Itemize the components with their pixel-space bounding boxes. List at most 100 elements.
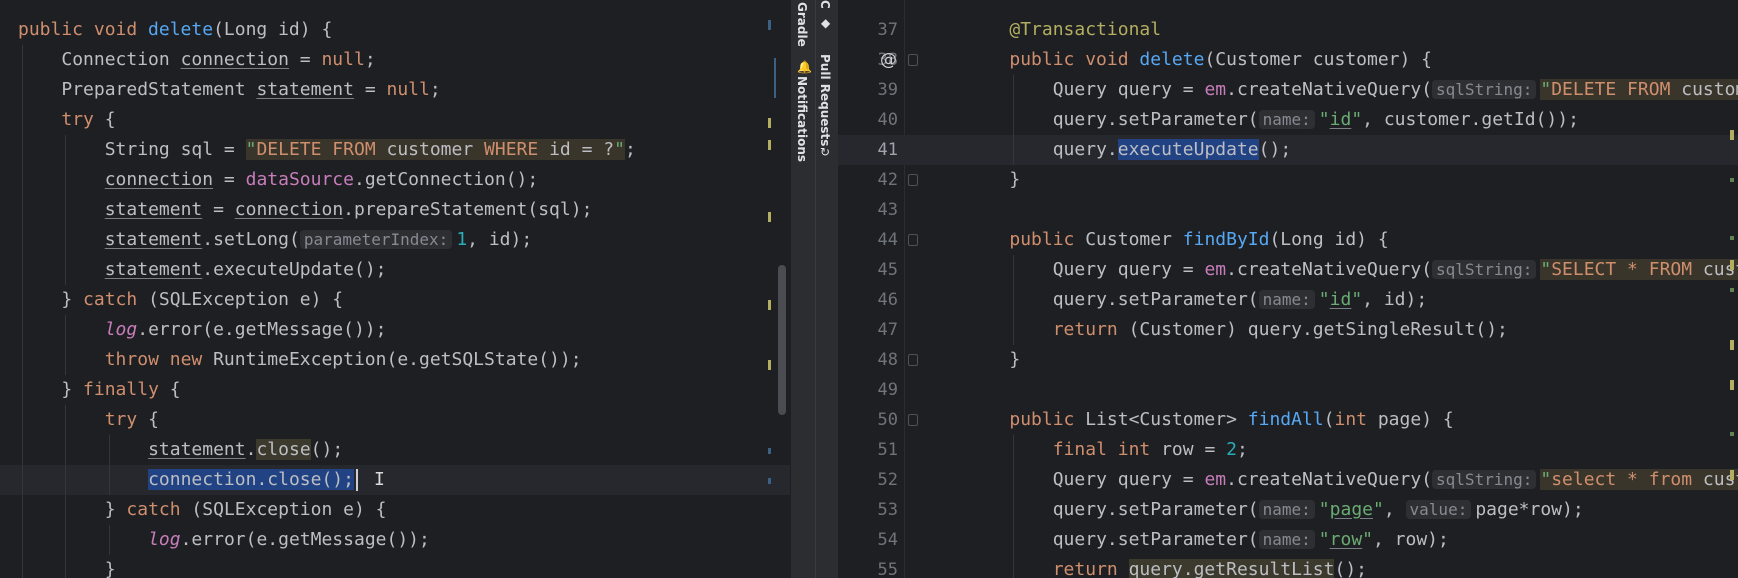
pull-requests-tool-button[interactable]: Pull Requests: [818, 54, 832, 146]
notifications-tool-button[interactable]: Notifications: [795, 76, 809, 162]
fold-icon[interactable]: [908, 234, 918, 246]
commit-tool-button[interactable]: C: [818, 0, 832, 9]
code-line[interactable]: 48}: [838, 345, 1738, 375]
left-code-area[interactable]: public void delete(Long id) {Connection …: [0, 15, 790, 578]
code-line[interactable]: 51 final int row = 2;: [838, 435, 1738, 465]
code-line[interactable]: 50 public List<Customer> findAll(int page…: [838, 405, 1738, 435]
code-line[interactable]: 52 Query query = em.createNativeQuery(sql…: [838, 465, 1738, 495]
code-text[interactable]: }: [105, 555, 116, 578]
code-token: {: [93, 109, 116, 130]
code-line[interactable]: statement = connection.prepareStatement(…: [0, 195, 790, 225]
code-text[interactable]: @Transactional: [1009, 15, 1161, 45]
code-line[interactable]: 53 query.setParameter(name: "page", value:…: [838, 495, 1738, 525]
code-line[interactable]: connection = dataSource.getConnection();: [0, 165, 790, 195]
code-line[interactable]: 37 @Transactional: [838, 15, 1738, 45]
fold-icon[interactable]: [908, 354, 918, 366]
code-text[interactable]: log.error(e.getMessage());: [148, 525, 430, 555]
right-code-area[interactable]: 37 @Transactional 38 @ public void delete(Cu…: [838, 15, 1738, 578]
code-line[interactable]: } finally {: [0, 375, 790, 405]
code-text[interactable]: try {: [105, 405, 159, 435]
code-text[interactable]: connection = dataSource.getConnection();: [105, 165, 539, 195]
fold-icon[interactable]: [908, 54, 918, 66]
code-text[interactable]: connection.close(); I: [148, 465, 385, 495]
code-token: id: [1329, 109, 1352, 130]
code-line[interactable]: 55 return query.getResultList();: [838, 555, 1738, 578]
code-line[interactable]: 45 Query query = em.createNativeQuery(sql…: [838, 255, 1738, 285]
code-text[interactable]: log.error(e.getMessage());: [105, 315, 387, 345]
code-token: .setLong(: [202, 229, 300, 250]
code-text[interactable]: throw new RuntimeException(e.getSQLState…: [105, 345, 582, 375]
code-text[interactable]: statement.executeUpdate();: [105, 255, 387, 285]
left-scrollbar[interactable]: [778, 265, 786, 415]
code-text[interactable]: Query query = em.createNativeQuery(sqlSt…: [1053, 465, 1738, 495]
code-line[interactable]: statement.close();: [0, 435, 790, 465]
code-line[interactable]: 42}: [838, 165, 1738, 195]
code-line[interactable]: Connection connection = null;: [0, 45, 790, 75]
fold-icon[interactable]: [908, 174, 918, 186]
code-text[interactable]: public Customer findById(Long id) {: [1009, 225, 1388, 255]
code-text[interactable]: public List<Customer> findAll(int page) …: [1009, 405, 1453, 435]
code-line[interactable]: connection.close(); I: [0, 465, 790, 495]
gradle-tool-button[interactable]: Gradle: [795, 2, 809, 47]
indent-guide: [22, 45, 23, 75]
code-text[interactable]: query.executeUpdate();: [1053, 135, 1291, 165]
code-line[interactable]: } catch (SQLException e) {: [0, 285, 790, 315]
code-text[interactable]: query.setParameter(name: "row", row);: [1053, 525, 1449, 555]
code-text[interactable]: query.setParameter(name: "id", id);: [1053, 285, 1427, 315]
code-text[interactable]: query.setParameter(name: "page", value: pa…: [1053, 495, 1584, 525]
code-token: {: [158, 379, 181, 400]
code-text[interactable]: return query.getResultList();: [1053, 555, 1367, 578]
code-line[interactable]: } catch (SQLException e) {: [0, 495, 790, 525]
code-text[interactable]: } catch (SQLException e) {: [61, 285, 343, 315]
code-text[interactable]: final int row = 2;: [1053, 435, 1248, 465]
code-line[interactable]: try {: [0, 405, 790, 435]
code-line[interactable]: throw new RuntimeException(e.getSQLState…: [0, 345, 790, 375]
code-line[interactable]: 40 query.setParameter(name: "id", customer…: [838, 105, 1738, 135]
code-text[interactable]: public void delete(Long id) {: [18, 15, 332, 45]
code-line[interactable]: }: [0, 555, 790, 578]
code-line[interactable]: 41 query.executeUpdate();: [838, 135, 1738, 165]
code-line[interactable]: 46 query.setParameter(name: "id", id);: [838, 285, 1738, 315]
line-number: 46: [877, 290, 898, 310]
fold-icon[interactable]: [908, 414, 918, 426]
code-text[interactable]: String sql = "DELETE FROM customer WHERE…: [105, 135, 636, 165]
code-line[interactable]: statement.setLong(parameterIndex: 1, id);: [0, 225, 790, 255]
code-line[interactable]: PreparedStatement statement = null;: [0, 75, 790, 105]
code-line[interactable]: 54 query.setParameter(name: "row", row);: [838, 525, 1738, 555]
code-line[interactable]: 43: [838, 195, 1738, 225]
code-text[interactable]: public void delete(Customer customer) {: [1009, 45, 1432, 75]
code-line[interactable]: public void delete(Long id) {: [0, 15, 790, 45]
code-token: ;: [364, 49, 376, 70]
right-error-stripe[interactable]: [1730, 0, 1738, 578]
code-line[interactable]: log.error(e.getMessage());: [0, 315, 790, 345]
code-text[interactable]: return (Customer) query.getSingleResult(…: [1053, 315, 1508, 345]
right-editor-pane[interactable]: 37 @Transactional 38 @ public void delete(Cu…: [838, 0, 1738, 578]
code-line[interactable]: 38 @ public void delete(Customer customer)…: [838, 45, 1738, 75]
line-number: 39: [877, 80, 898, 100]
code-text[interactable]: PreparedStatement statement = null;: [61, 75, 440, 105]
annotation-gutter-icon[interactable]: @: [880, 45, 897, 75]
code-line[interactable]: try {: [0, 105, 790, 135]
code-text[interactable]: try {: [61, 105, 115, 135]
code-text[interactable]: query.setParameter(name: "id", customer.g…: [1053, 105, 1579, 135]
code-text[interactable]: statement.close();: [148, 435, 343, 465]
code-text[interactable]: Query query = em.createNativeQuery(sqlSt…: [1053, 255, 1738, 285]
code-token: page: [1329, 499, 1373, 520]
code-text[interactable]: } catch (SQLException e) {: [105, 495, 387, 525]
code-text[interactable]: statement.setLong(parameterIndex: 1, id);: [105, 225, 532, 255]
code-text[interactable]: }: [1009, 165, 1020, 195]
code-line[interactable]: 39 Query query = em.createNativeQuery(sql…: [838, 75, 1738, 105]
code-text[interactable]: }: [1009, 345, 1020, 375]
line-number: 42: [877, 170, 898, 190]
code-line[interactable]: statement.executeUpdate();: [0, 255, 790, 285]
code-text[interactable]: statement = connection.prepareStatement(…: [105, 195, 593, 225]
code-line[interactable]: 47 return (Customer) query.getSingleResul…: [838, 315, 1738, 345]
code-line[interactable]: 44 public Customer findById(Long id) {: [838, 225, 1738, 255]
code-line[interactable]: String sql = "DELETE FROM customer WHERE…: [0, 135, 790, 165]
left-editor-pane[interactable]: public void delete(Long id) {Connection …: [0, 0, 790, 578]
code-line[interactable]: 49: [838, 375, 1738, 405]
code-text[interactable]: Connection connection = null;: [61, 45, 375, 75]
code-text[interactable]: } finally {: [61, 375, 180, 405]
code-text[interactable]: Query query = em.createNativeQuery(sqlSt…: [1053, 75, 1738, 105]
code-line[interactable]: log.error(e.getMessage());: [0, 525, 790, 555]
